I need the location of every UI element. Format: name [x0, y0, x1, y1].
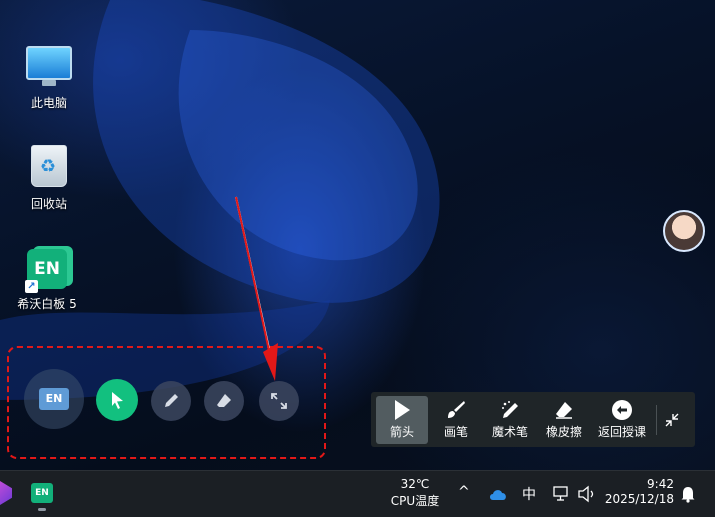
clock-date: 2025/12/18 [604, 492, 674, 506]
arrow-head [263, 343, 278, 381]
return-teaching-icon [612, 400, 632, 420]
cpu-temp-value: 32℃ [400, 477, 430, 491]
cpu-temp-label: CPU温度 [390, 494, 440, 508]
toolbar-arrow-button[interactable]: 箭头 [376, 395, 428, 444]
toolbar-collapse-button[interactable] [657, 396, 687, 444]
arrow-pointer-icon [395, 400, 410, 420]
running-indicator [38, 508, 46, 511]
clock-time: 9:42 [647, 477, 674, 491]
seewo-taskbar-icon[interactable]: EN [31, 483, 53, 503]
notification-bell-icon[interactable] [680, 485, 696, 503]
ime-indicator[interactable]: 中 [522, 484, 536, 504]
toolbar-eraser-button[interactable]: 橡皮擦 [538, 396, 590, 444]
toolbar-label: 箭头 [389, 425, 414, 439]
clock[interactable]: 9:42 2025/12/18 [604, 477, 674, 506]
toolbar-return-teaching-button[interactable]: 返回授课 [592, 396, 652, 444]
collapse-icon [665, 413, 679, 426]
magic-pen-icon [502, 401, 518, 418]
toolbar-magic-pen-button[interactable]: 魔术笔 [484, 396, 536, 444]
cloud-icon[interactable] [488, 487, 508, 501]
toolbar-label: 魔术笔 [491, 425, 528, 439]
toolbar-label: 橡皮擦 [545, 425, 582, 439]
arrow-shaft [235, 196, 272, 361]
annotation-toolbar: 箭头 画笔 魔术笔 橡皮擦 返回授课 [371, 392, 695, 447]
taskbar: EN 32℃ CPU温度 ^ 中 9:42 2025/12/18 [0, 470, 715, 517]
purple-app-icon[interactable] [0, 481, 12, 505]
tray-overflow-chevron[interactable]: ^ [458, 484, 470, 500]
volume-icon[interactable] [577, 485, 597, 503]
toolbar-label: 画笔 [443, 425, 468, 439]
network-icon[interactable] [552, 485, 570, 503]
toolbar-label: 返回授课 [597, 425, 646, 439]
toolbar-brush-button[interactable]: 画笔 [430, 396, 482, 444]
cpu-temp-widget[interactable]: 32℃ CPU温度 [384, 477, 446, 509]
brush-icon [448, 401, 465, 418]
eraser-icon [556, 402, 572, 419]
